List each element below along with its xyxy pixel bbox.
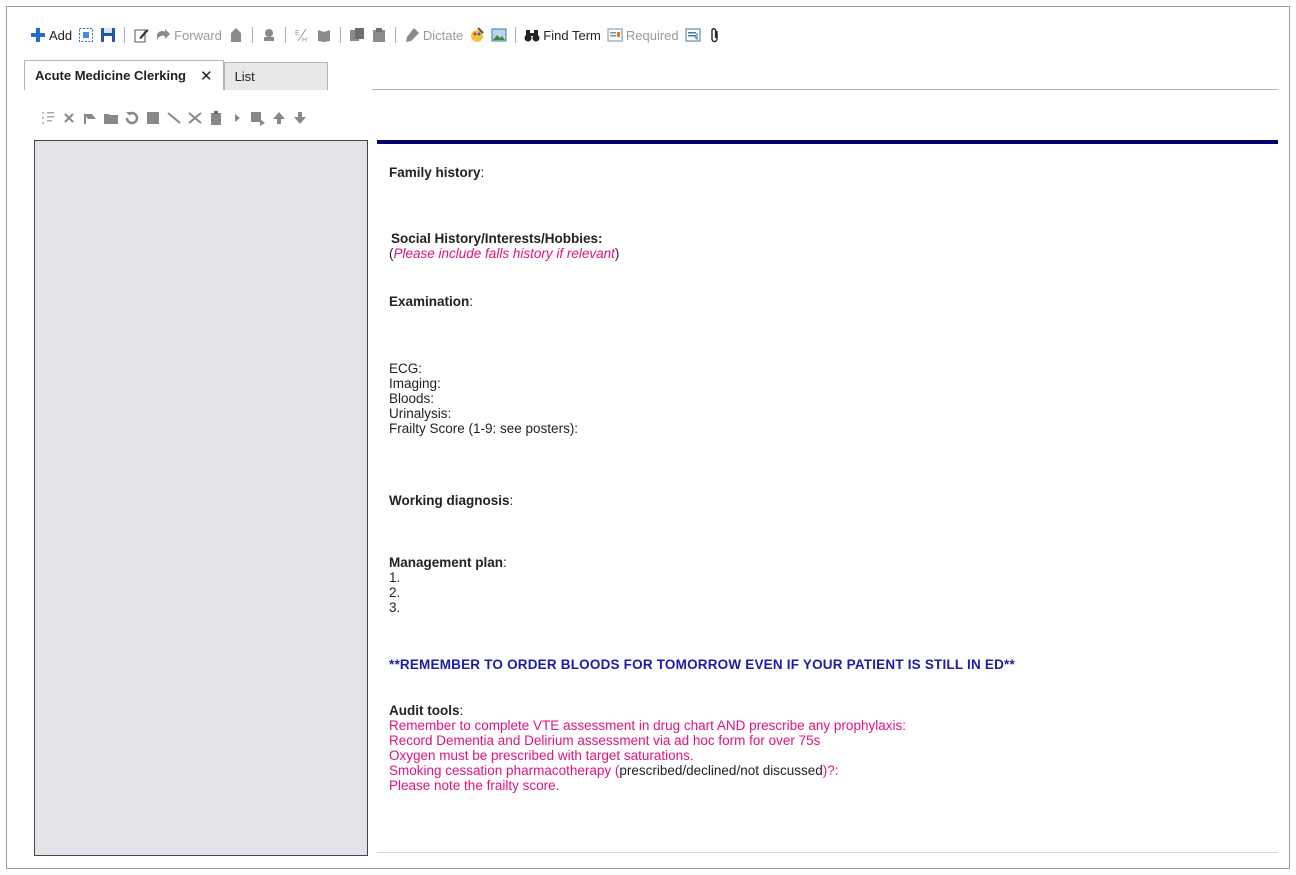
paperclip-icon[interactable] [707,27,723,43]
plan-item: 1. [389,570,401,585]
management-plan-heading: Management plan [389,555,504,570]
working-diagnosis-section: Working diagnosis: [389,493,513,508]
export-icon[interactable] [250,110,266,126]
examination-section: Examination: [389,294,473,309]
social-history-heading: Social History/Interests/Hobbies: [391,231,603,246]
required-fields-icon [607,28,623,42]
oxygen-reminder: Oxygen must be prescribed with target sa… [389,748,694,763]
add-button[interactable]: Add [30,27,72,43]
vte-reminder: Remember to complete VTE assessment in d… [389,718,906,733]
required-button[interactable]: Required [607,27,679,43]
microphone-icon [405,28,419,42]
navigation-pane[interactable] [34,140,368,856]
stamp-icon[interactable] [261,27,277,43]
insert-table-icon[interactable] [685,27,701,43]
palette-icon[interactable] [469,27,485,43]
tab-acute-medicine-clerking[interactable]: Acute Medicine Clerking ✕ [24,60,224,90]
binoculars-icon [524,30,540,42]
imaging-line: Imaging: [389,376,441,391]
dementia-reminder: Record Dementia and Delirium assessment … [389,733,821,748]
toolbar-separator [515,27,517,43]
hint-close-paren: ) [614,246,620,261]
play-icon[interactable] [229,110,245,126]
heading-colon: : [509,493,514,508]
heading-colon: : [503,555,507,570]
social-history-section: Social History/Interests/Hobbies: (Pleas… [389,231,619,261]
toolbar-separator [124,27,126,43]
arrow-up-icon[interactable] [271,110,287,126]
toolbar-separator [394,27,396,43]
bloods-line: Bloods: [389,391,435,406]
person-icon[interactable] [228,27,244,43]
family-history-heading: Family history [389,165,481,180]
select-frame-icon[interactable] [78,27,94,43]
management-plan-section: Management plan: 1. 2. 3. [389,555,507,615]
forward-label: Forward [174,27,222,43]
examination-heading: Examination [389,294,470,309]
close-icon[interactable]: ✕ [200,67,213,85]
hint-text: Please include falls history if relevant [393,246,615,261]
heading-colon: : [469,294,474,309]
investigations-list: ECG: Imaging: Bloods: Urinalysis: Frailt… [389,361,578,436]
document-bottom-border [377,852,1278,853]
svg-text:E: E [295,30,300,37]
arrow-down-icon[interactable] [292,110,308,126]
smoking-text: Smoking cessation pharmacotherapy ( [389,763,620,778]
save-icon[interactable] [100,27,116,43]
forward-button[interactable]: Forward [155,27,222,43]
tab-divider [372,89,1278,90]
copy-icon[interactable] [349,27,365,43]
ecg-line: ECG: [389,361,423,376]
plus-icon [31,28,45,42]
audit-tools-heading: Audit tools [389,703,460,718]
smoking-reminder: Smoking cessation pharmacotherapy (presc… [389,763,906,778]
smoking-options: prescribed/declined/not discussed [619,763,823,778]
plan-item: 2. [389,585,401,600]
heading-colon: : [480,165,485,180]
working-diagnosis-heading: Working diagnosis [389,493,510,508]
family-history-section: Family history: [389,165,484,180]
delete-icon[interactable] [61,110,77,126]
svg-text:H: H [302,37,307,43]
frailty-score-line: Frailty Score (1-9: see posters): [389,421,579,436]
required-label: Required [625,27,679,43]
clipboard-icon[interactable] [208,110,224,126]
find-term-button[interactable]: Find Term [524,27,601,43]
toolbar-separator [251,27,253,43]
main-toolbar: Add Forward EH Dictate Find Term Require… [30,22,723,48]
editor-toolbar [40,106,308,130]
document-header-bar [377,140,1278,144]
refresh-icon[interactable] [124,110,140,126]
paste-icon[interactable] [371,27,387,43]
flag-icon[interactable] [82,110,98,126]
line-icon[interactable] [166,110,182,126]
bloods-reminder: **REMEMBER TO ORDER BLOODS FOR TOMORROW … [389,657,1015,672]
smoking-suffix: )?: [822,763,839,778]
social-history-hint: (Please include falls history if relevan… [389,246,619,261]
folder-icon[interactable] [103,110,119,126]
fraction-icon[interactable]: EH [294,27,310,43]
cross-line-icon[interactable] [187,110,203,126]
toolbar-separator [339,27,341,43]
square-icon[interactable] [145,110,161,126]
document-tabs: Acute Medicine Clerking ✕ List [24,60,328,90]
urinalysis-line: Urinalysis: [389,406,452,421]
edit-document-icon[interactable] [133,27,149,43]
frailty-reminder: Please note the frailty score. [389,778,560,793]
tab-label: List [234,69,255,84]
dictate-button[interactable]: Dictate [404,27,463,43]
book-icon[interactable] [316,27,332,43]
heading-colon: : [459,703,464,718]
tab-list[interactable]: List [223,62,328,90]
plan-item: 3. [389,600,401,615]
toolbar-separator [284,27,286,43]
add-label: Add [49,27,73,43]
grip-icon [42,112,54,124]
dictate-label: Dictate [422,27,464,43]
image-icon[interactable] [491,27,507,43]
find-term-label: Find Term [543,27,601,43]
tab-label: Acute Medicine Clerking [35,68,186,83]
forward-icon [157,29,171,40]
audit-tools-section: Audit tools: Remember to complete VTE as… [389,703,906,793]
